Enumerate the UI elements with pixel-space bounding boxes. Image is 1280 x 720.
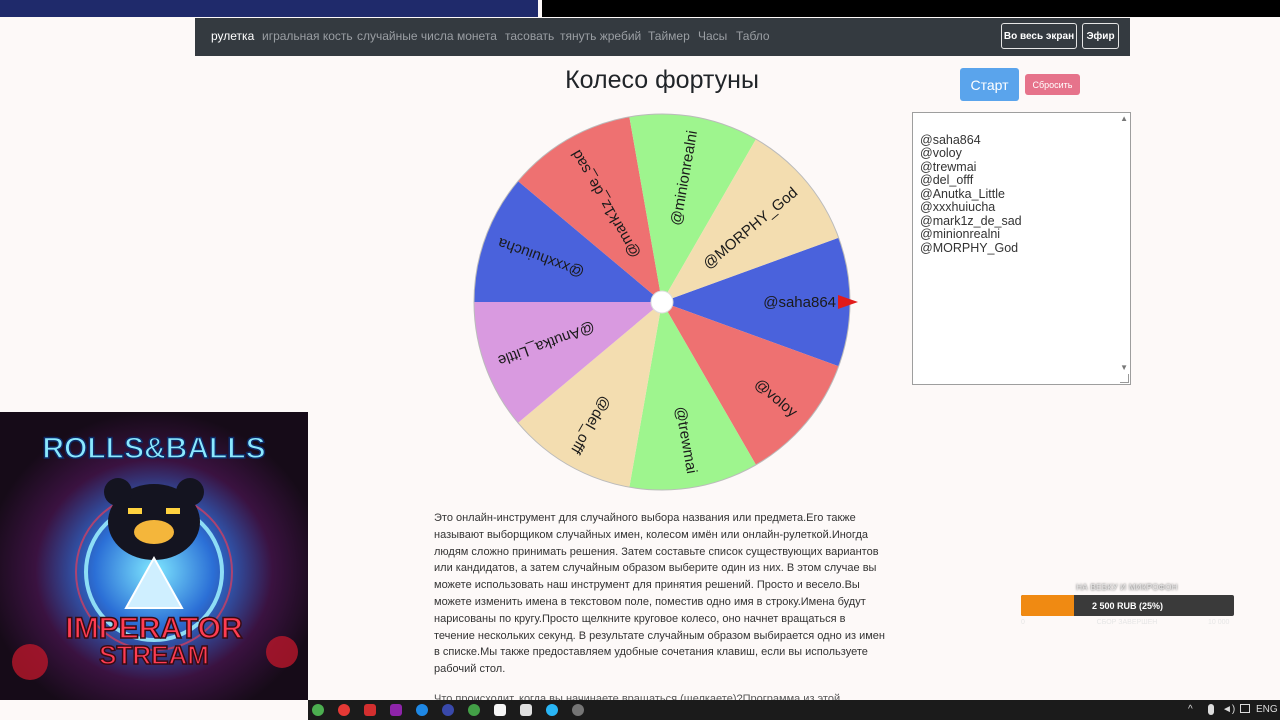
name-line: @Anutka_Little xyxy=(920,187,1005,201)
name-line: @del_offf xyxy=(920,173,974,187)
fullscreen-button[interactable]: Во весь экран xyxy=(1001,23,1077,49)
scroll-down-arrow-icon[interactable]: ▼ xyxy=(1120,363,1128,372)
name-line: @voloy xyxy=(920,146,962,160)
wheel-hub xyxy=(650,290,674,314)
tray-chevron-icon[interactable]: ^ xyxy=(1188,704,1193,715)
nav-timer[interactable]: Таймер xyxy=(648,29,690,43)
media-player-icon[interactable] xyxy=(364,704,376,716)
page-title: Колесо фортуны xyxy=(565,66,759,94)
name-line: @trewmai xyxy=(920,160,977,174)
telegram-icon[interactable] xyxy=(546,704,558,716)
wheel-segment-label: @saha864 xyxy=(763,294,836,311)
top-strip-left xyxy=(0,0,538,17)
donation-progress-bar: 2 500 RUB (25%) xyxy=(1021,595,1234,616)
nav-draw-lots[interactable]: тянуть жребий xyxy=(560,29,641,43)
overlay-subtitle-2: STREAM xyxy=(99,640,209,670)
network-icon[interactable] xyxy=(1240,704,1250,713)
nav-roulette[interactable]: рулетка xyxy=(211,29,254,43)
description-next-text: Что происходит, когда вы начинаете враща… xyxy=(434,693,841,700)
description-text: Это онлайн-инструмент для случайного выб… xyxy=(434,512,885,676)
download-icon[interactable] xyxy=(416,704,428,716)
yandex-icon[interactable] xyxy=(338,704,350,716)
name-line: @saha864 xyxy=(920,133,981,147)
obs-icon[interactable] xyxy=(572,704,584,716)
overlay-title: ROLLS&BALLS xyxy=(42,432,265,465)
names-textarea[interactable]: @saha864 @voloy @trewmai @del_offf @Anut… xyxy=(912,112,1131,385)
reset-button[interactable]: Сбросить xyxy=(1025,74,1080,95)
volume-icon[interactable]: ◄) xyxy=(1222,704,1235,715)
stream-overlay-image: ROLLS&BALLS IMPERATOR STREAM xyxy=(0,412,308,700)
editor-icon[interactable] xyxy=(390,704,402,716)
language-indicator[interactable]: ENG xyxy=(1256,704,1278,715)
nav-random-numbers[interactable]: случайные числа xyxy=(357,29,454,43)
nav-scoreboard[interactable]: Табло xyxy=(736,29,770,43)
yandex-browser-icon[interactable] xyxy=(494,704,506,716)
donation-amount: 2 500 RUB (25%) xyxy=(1091,600,1164,611)
nav-clock[interactable]: Часы xyxy=(698,29,727,43)
nav-coin[interactable]: монета xyxy=(457,29,497,43)
top-strip-right xyxy=(542,0,1280,17)
donation-max: 10 000 xyxy=(1208,619,1230,626)
broadcast-button[interactable]: Эфир xyxy=(1082,23,1119,49)
fortune-wheel[interactable]: @saha864@voloy@trewmai@del_offf@Anutka_L… xyxy=(472,112,862,497)
navbar: рулетка игральная кость случайные числа … xyxy=(195,18,1130,56)
donation-title: НА ВЕБКУ И МИКРОФОН xyxy=(1076,583,1178,592)
start-button[interactable]: Старт xyxy=(960,68,1019,101)
discord-icon[interactable] xyxy=(442,704,454,716)
taskbar: ^ ◄) ENG xyxy=(308,700,1280,720)
app-icon[interactable] xyxy=(468,704,480,716)
pinned-app-icon[interactable] xyxy=(520,704,532,716)
name-line: @minionrealni xyxy=(920,227,1001,241)
name-line: @xxxhuiucha xyxy=(920,200,996,214)
microphone-icon[interactable] xyxy=(1208,704,1214,715)
name-line: @mark1z_de_sad xyxy=(920,214,1022,228)
name-line: @MORPHY_God xyxy=(920,241,1019,255)
chrome-icon[interactable] xyxy=(312,704,324,716)
scroll-up-arrow-icon[interactable]: ▲ xyxy=(1120,114,1128,123)
donation-status: СБОР ЗАВЕРШЕН xyxy=(1096,619,1158,626)
nav-shuffle[interactable]: тасовать xyxy=(505,29,554,43)
resize-grip-icon[interactable] xyxy=(1120,374,1129,383)
nav-dice[interactable]: игральная кость xyxy=(262,29,353,43)
